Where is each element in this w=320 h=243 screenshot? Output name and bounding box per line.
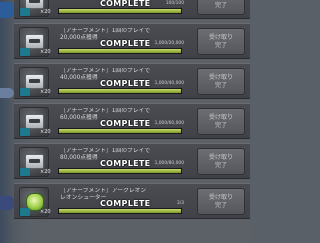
item-badge-icon xyxy=(20,168,30,176)
complete-label: COMPLETE xyxy=(100,199,151,208)
item-badge-icon xyxy=(20,208,30,216)
background-scene-fragment xyxy=(0,88,14,98)
complete-label: COMPLETE xyxy=(100,39,151,48)
claim-button-label-line2: 完了 xyxy=(214,122,227,129)
achievement-row: ×20 ［アチーブメント］1回のプレイで 20,000点獲得 COMPLETE … xyxy=(14,23,250,59)
reward-count: ×20 xyxy=(40,209,51,215)
claim-button[interactable]: 受け取り 完了 xyxy=(197,148,245,175)
progress-bar xyxy=(58,88,182,94)
reward-count: ×20 xyxy=(40,129,51,135)
reward-count: ×20 xyxy=(40,9,51,15)
progress-bar xyxy=(58,168,182,174)
claim-button-label-line2: 完了 xyxy=(214,82,227,89)
progress-bar-fill xyxy=(59,9,181,13)
progress-bar-fill xyxy=(59,129,181,133)
achievement-row: ×20 ［アチーブメント］1回のプレイで 60,000点獲得 COMPLETE … xyxy=(14,103,250,139)
progress-text: 100/100 xyxy=(165,1,184,6)
reward-count: ×20 xyxy=(40,169,51,175)
item-badge-icon xyxy=(20,48,30,56)
achievement-row: ×20 ［アチーブメント］1回のプレイで 40,000点獲得 COMPLETE … xyxy=(14,63,250,99)
progress-bar-fill xyxy=(59,209,181,213)
claim-button-label-line1: 受け取り xyxy=(208,34,233,41)
claim-button-label-line2: 完了 xyxy=(214,202,227,209)
reward-count: ×20 xyxy=(40,49,51,55)
claim-button-label-line1: 受け取り xyxy=(208,194,233,201)
complete-label: COMPLETE xyxy=(100,0,151,8)
achievement-list[interactable]: ×20 ［アチーブメント］スキルを 累計100回使用 COMPLETE 100/… xyxy=(14,0,250,243)
achievement-screen: ×20 ［アチーブメント］スキルを 累計100回使用 COMPLETE 100/… xyxy=(0,0,250,243)
claim-button[interactable]: 受け取り 完了 xyxy=(197,68,245,95)
progress-bar xyxy=(58,48,182,54)
reward-item-graphic xyxy=(25,114,44,129)
progress-bar-fill xyxy=(59,49,181,53)
complete-label: COMPLETE xyxy=(100,159,151,168)
claim-button[interactable]: 受け取り 完了 xyxy=(197,28,245,55)
achievement-row: ×20 ［アチーブメント］アークレオン レオンシューター COMPLETE 3/… xyxy=(14,183,250,219)
achievement-row: ×20 ［アチーブメント］1回のプレイで 80,000点獲得 COMPLETE … xyxy=(14,143,250,179)
achievement-row: ×20 ［アチーブメント］スキルを 累計100回使用 COMPLETE 100/… xyxy=(14,0,250,19)
progress-bar xyxy=(58,208,182,214)
claim-button-label-line2: 完了 xyxy=(214,162,227,169)
progress-bar xyxy=(58,8,182,14)
background-scene-fragment xyxy=(0,2,14,18)
claim-button-label-line1: 受け取り xyxy=(208,154,233,161)
claim-button-label-line1: 受け取り xyxy=(208,74,233,81)
progress-bar xyxy=(58,128,182,134)
progress-text: 1,000/40,000 xyxy=(154,81,184,86)
claim-button-label-line1: 受け取り xyxy=(208,114,233,121)
claim-button-label-line2: 完了 xyxy=(214,2,227,9)
complete-label: COMPLETE xyxy=(100,119,151,128)
achievement-title-line1: ［アチーブメント］1回のプレイで xyxy=(60,148,151,154)
item-badge-icon xyxy=(20,8,30,16)
reward-count: ×20 xyxy=(40,89,51,95)
progress-bar-fill xyxy=(59,169,181,173)
item-badge-icon xyxy=(20,128,30,136)
achievement-title-line1: ［アチーブメント］1回のプレイで xyxy=(60,28,151,34)
claim-button[interactable]: 受け取り 完了 xyxy=(197,188,245,215)
claim-button[interactable]: 受け取り 完了 xyxy=(197,108,245,135)
achievement-title-line1: ［アチーブメント］1回のプレイで xyxy=(60,108,151,114)
progress-bar-fill xyxy=(59,89,181,93)
reward-item-graphic xyxy=(25,154,44,169)
item-badge-icon xyxy=(20,88,30,96)
progress-text: 1,000/60,000 xyxy=(154,121,184,126)
reward-item-graphic xyxy=(25,74,44,89)
achievement-title-line1: ［アチーブメント］1回のプレイで xyxy=(60,68,151,74)
achievement-title-line1: ［アチーブメント］アークレオン xyxy=(60,188,147,194)
progress-text: 1,000/20,000 xyxy=(154,41,184,46)
complete-label: COMPLETE xyxy=(100,79,151,88)
claim-button[interactable]: 受け取り 完了 xyxy=(197,0,245,15)
background-scene-fragment xyxy=(0,196,14,210)
progress-text: 1,000/80,000 xyxy=(154,161,184,166)
progress-text: 3/3 xyxy=(176,201,184,206)
reward-item-graphic xyxy=(25,34,44,49)
claim-button-label-line2: 完了 xyxy=(214,42,227,49)
